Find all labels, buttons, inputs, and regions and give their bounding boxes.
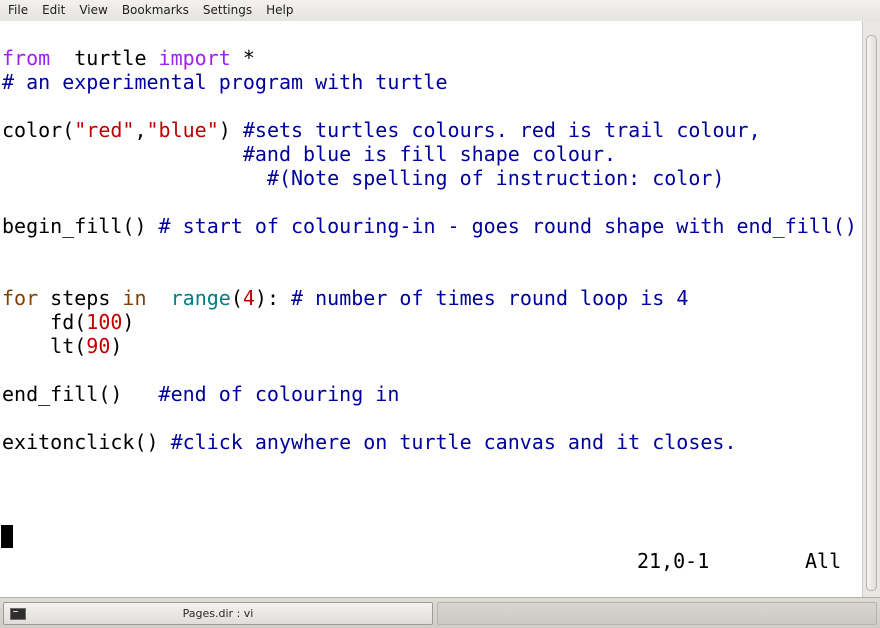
- vim-ruler: 21,0-1 All: [0, 549, 862, 573]
- scroll-indicator: All: [805, 549, 842, 573]
- taskbar: Pages.dir : vi: [0, 597, 880, 628]
- code-token: begin_fill(): [2, 214, 159, 238]
- code-token: color(: [2, 118, 75, 142]
- taskbar-empty-slot: [437, 602, 877, 625]
- code-line[interactable]: #and blue is fill shape colour.: [2, 142, 857, 166]
- code-token: fd(: [2, 310, 87, 334]
- code-line[interactable]: [2, 358, 857, 382]
- code-token: 90: [86, 334, 111, 358]
- code-token: #and blue is fill shape colour.: [242, 142, 617, 166]
- code-area[interactable]: from turtle import * # an experimental pr…: [2, 46, 857, 454]
- code-line[interactable]: [2, 262, 857, 286]
- code-token: *: [230, 46, 255, 70]
- code-line[interactable]: fd(100): [2, 310, 857, 334]
- code-token: 100: [86, 310, 123, 334]
- cursor-position: 21,0-1: [637, 549, 710, 573]
- code-token: "red": [74, 118, 135, 142]
- code-line[interactable]: #(Note spelling of instruction: color): [2, 166, 857, 190]
- code-token: ): [110, 334, 123, 358]
- code-line[interactable]: [2, 406, 857, 430]
- code-token: (: [230, 286, 243, 310]
- code-token: range: [170, 286, 231, 310]
- code-line[interactable]: [2, 190, 857, 214]
- task-title: Pages.dir : vi: [182, 607, 254, 620]
- code-token: steps: [38, 286, 123, 310]
- code-token: #(Note spelling of instruction: color): [266, 166, 725, 190]
- menu-help[interactable]: Help: [259, 0, 300, 21]
- code-line[interactable]: end_fill() #end of colouring in: [2, 382, 857, 406]
- menu-view[interactable]: View: [72, 0, 114, 21]
- menu-edit[interactable]: Edit: [35, 0, 72, 21]
- task-button-terminal[interactable]: Pages.dir : vi: [3, 602, 433, 625]
- code-line[interactable]: [2, 94, 857, 118]
- code-token: turtle: [50, 46, 159, 70]
- code-token: # an experimental program with turtle: [2, 70, 448, 94]
- text-cursor: [1, 525, 13, 548]
- code-line[interactable]: for steps in range(4): # number of times…: [2, 286, 857, 310]
- code-token: for: [2, 286, 39, 310]
- vim-editor[interactable]: from turtle import * # an experimental pr…: [0, 21, 862, 597]
- code-token: #click anywhere on turtle canvas and it …: [170, 430, 737, 454]
- code-token: end_fill(): [2, 382, 159, 406]
- code-line[interactable]: # an experimental program with turtle: [2, 70, 857, 94]
- code-line[interactable]: begin_fill() # start of colouring-in - g…: [2, 214, 857, 238]
- scrollbar-thumb[interactable]: [866, 35, 877, 591]
- code-token: ,: [134, 118, 147, 142]
- code-token: "blue": [146, 118, 219, 142]
- code-token: ): [122, 310, 135, 334]
- code-token: # start of colouring-in - goes round sha…: [158, 214, 857, 238]
- menu-file[interactable]: File: [0, 0, 35, 21]
- code-token: # number of times round loop is 4: [291, 286, 689, 310]
- code-line[interactable]: [2, 238, 857, 262]
- code-token: ):: [254, 286, 292, 310]
- code-line[interactable]: exitonclick() #click anywhere on turtle …: [2, 430, 857, 454]
- code-line[interactable]: from turtle import *: [2, 46, 857, 70]
- code-token: import: [158, 46, 231, 70]
- menu-bookmarks[interactable]: Bookmarks: [115, 0, 196, 21]
- code-token: ): [218, 118, 243, 142]
- code-line[interactable]: lt(90): [2, 334, 857, 358]
- code-token: from: [2, 46, 51, 70]
- menu-bar: File Edit View Bookmarks Settings Help: [0, 0, 880, 22]
- code-token: in: [122, 286, 147, 310]
- menu-settings[interactable]: Settings: [196, 0, 259, 21]
- vertical-scrollbar[interactable]: [862, 21, 880, 597]
- code-line[interactable]: color("red","blue") #sets turtles colour…: [2, 118, 857, 142]
- code-token: lt(: [2, 334, 87, 358]
- code-token: #end of colouring in: [158, 382, 400, 406]
- code-token: 4: [242, 286, 255, 310]
- code-token: exitonclick(): [2, 430, 171, 454]
- code-token: #sets turtles colours. red is trail colo…: [242, 118, 761, 142]
